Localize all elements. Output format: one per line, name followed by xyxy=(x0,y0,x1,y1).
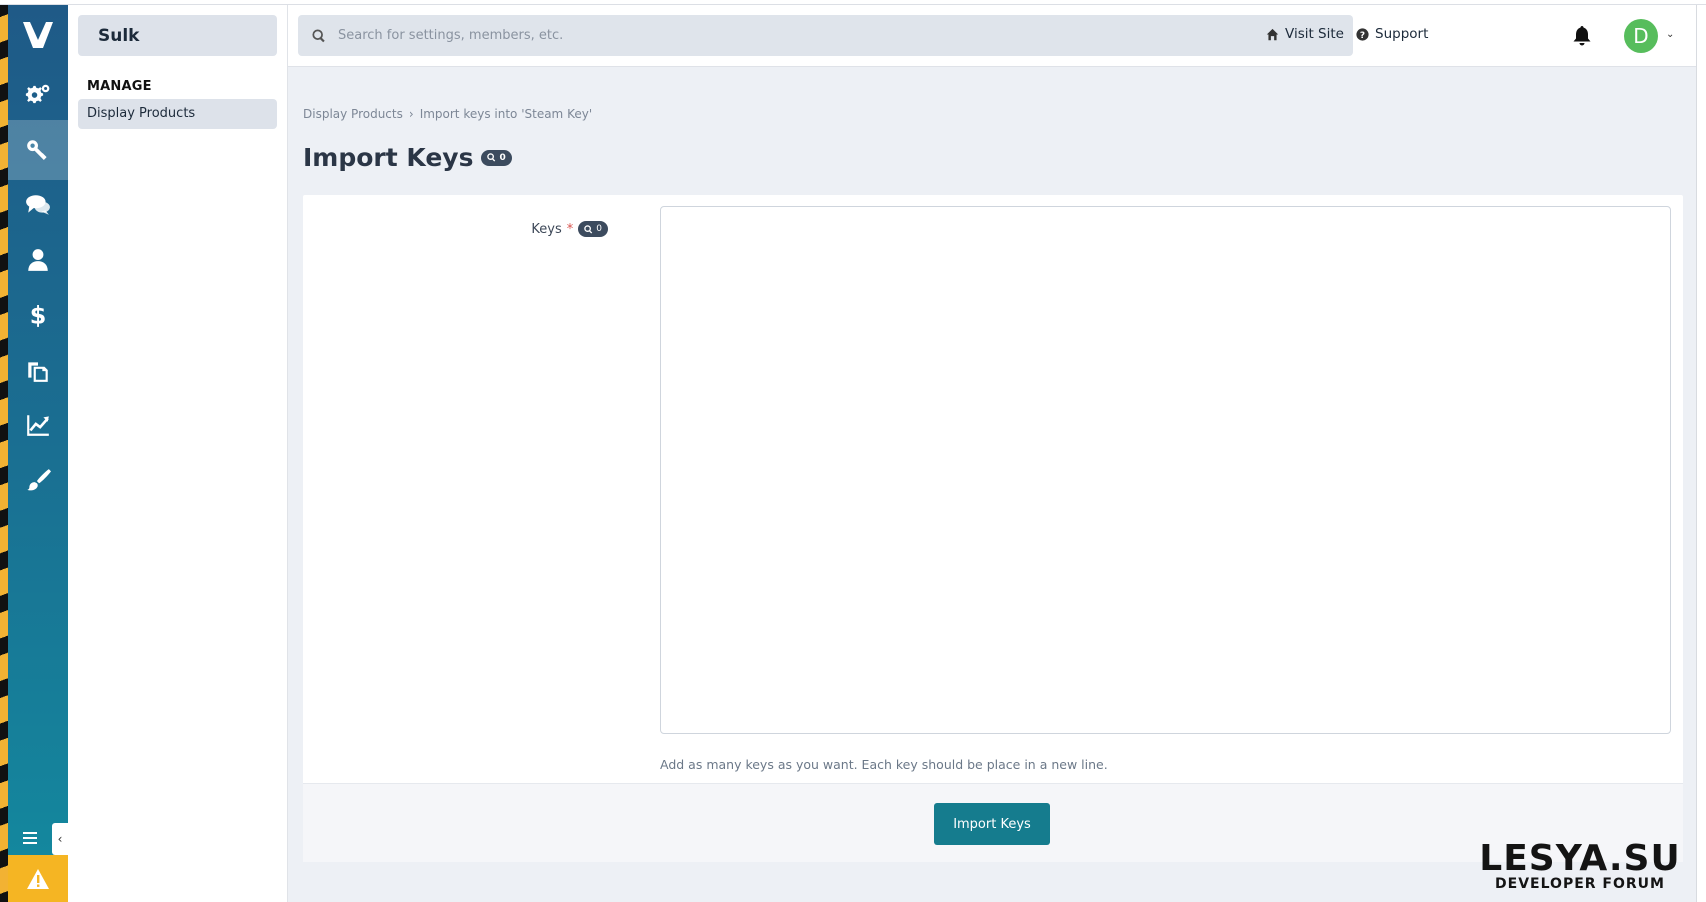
svg-text:$: $ xyxy=(30,302,47,328)
chevron-left-icon: ‹ xyxy=(57,832,63,846)
top-header: Visit Site ? Support D ⌄ xyxy=(288,5,1696,67)
cogs-icon xyxy=(25,84,50,104)
visit-site-link[interactable]: Visit Site xyxy=(1266,26,1344,42)
badge-count: 0 xyxy=(499,152,506,163)
rail-item-members[interactable] xyxy=(8,230,68,290)
support-link[interactable]: ? Support xyxy=(1356,26,1428,42)
comments-icon xyxy=(26,195,50,215)
badge-count: 0 xyxy=(596,224,602,234)
watermark: LESYA.SU DEVELOPER FORUM xyxy=(1462,838,1698,893)
search-icon xyxy=(487,153,496,162)
keys-textarea[interactable] xyxy=(660,206,1671,734)
chart-line-icon xyxy=(27,415,49,436)
dollar-icon: $ xyxy=(30,302,47,328)
rail-item-commerce[interactable]: $ xyxy=(8,285,68,345)
rail-item-customization[interactable] xyxy=(8,450,68,510)
user-icon xyxy=(28,249,48,271)
section-heading: MANAGE xyxy=(87,79,152,94)
brush-icon xyxy=(27,469,51,491)
search-icon xyxy=(312,28,325,42)
rail-item-community[interactable] xyxy=(8,175,68,235)
sidebar-toggle[interactable] xyxy=(8,821,52,855)
keys-search-badge[interactable]: 0 xyxy=(578,221,608,237)
menu-icon xyxy=(23,832,37,844)
rail-item-content[interactable] xyxy=(8,340,68,400)
keys-label: Keys xyxy=(531,221,562,237)
copy-icon xyxy=(28,362,48,382)
logo[interactable] xyxy=(8,5,68,65)
rail-item-keys[interactable] xyxy=(8,120,68,180)
warning-button[interactable] xyxy=(8,855,68,902)
rail-item-stats[interactable] xyxy=(8,395,68,455)
support-label: Support xyxy=(1375,26,1429,42)
import-form: Keys * 0 Add as many keys as you want. E… xyxy=(303,195,1683,862)
question-circle-icon: ? xyxy=(1356,27,1369,40)
app-title[interactable]: Sulk xyxy=(78,15,277,56)
import-keys-button[interactable]: Import Keys xyxy=(934,803,1050,845)
required-mark: * xyxy=(566,221,574,237)
page-title: Import Keys 0 xyxy=(303,143,512,172)
search-count-badge[interactable]: 0 xyxy=(481,149,512,166)
watermark-sub: DEVELOPER FORUM xyxy=(1495,876,1665,892)
chevron-down-icon[interactable]: ⌄ xyxy=(1666,29,1674,40)
bell-icon[interactable] xyxy=(1571,25,1593,47)
page-title-text: Import Keys xyxy=(303,143,474,172)
svg-text:?: ? xyxy=(1360,30,1365,40)
rail-item-settings[interactable] xyxy=(8,65,68,125)
sidebar-item-display-products[interactable]: Display Products xyxy=(78,99,277,129)
chevron-right-icon: › xyxy=(408,107,414,121)
warning-icon xyxy=(27,868,49,889)
keys-hint: Add as many keys as you want. Each key s… xyxy=(660,757,1108,772)
icon-rail: $ ‹ xyxy=(8,5,68,902)
secondary-sidebar: Sulk MANAGE Display Products xyxy=(68,5,288,902)
search-icon xyxy=(584,224,593,234)
breadcrumb: Display Products › Import keys into 'Ste… xyxy=(303,107,592,121)
collapse-sidebar-button[interactable]: ‹ xyxy=(52,823,68,855)
avatar[interactable]: D xyxy=(1624,19,1658,53)
search-input[interactable] xyxy=(338,28,1338,43)
key-icon xyxy=(27,140,47,160)
logo-icon xyxy=(23,22,53,48)
scrollbar[interactable] xyxy=(1696,5,1706,902)
keys-field-label: Keys * 0 xyxy=(303,221,608,237)
search-bar[interactable] xyxy=(298,15,1353,56)
main-content: Display Products › Import keys into 'Ste… xyxy=(288,67,1696,902)
visit-site-label: Visit Site xyxy=(1285,26,1344,42)
breadcrumb-item[interactable]: Import keys into 'Steam Key' xyxy=(420,107,592,121)
home-icon xyxy=(1266,28,1279,40)
watermark-main: LESYA.SU xyxy=(1479,838,1681,879)
breadcrumb-item[interactable]: Display Products xyxy=(303,107,403,121)
